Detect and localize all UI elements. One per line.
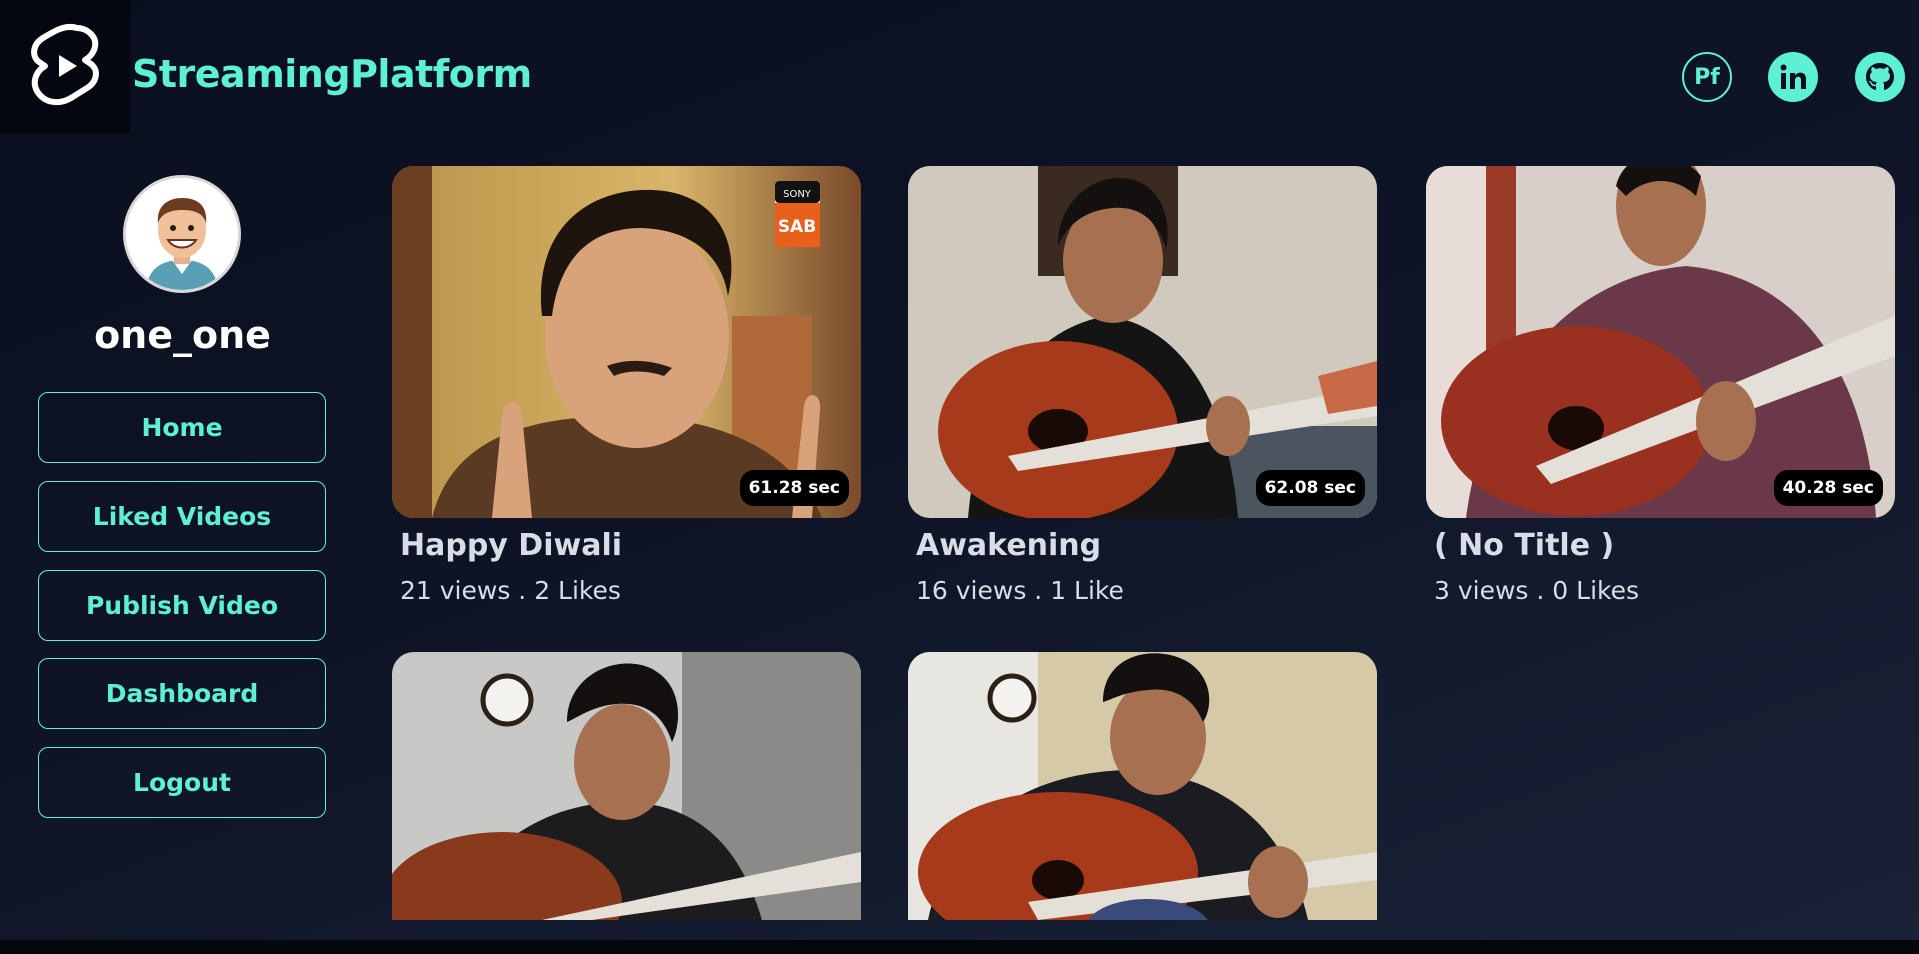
portfolio-icon: Pf: [1694, 64, 1720, 90]
bottom-bar: [0, 940, 1919, 954]
github-link[interactable]: [1855, 52, 1905, 102]
avatar[interactable]: [123, 175, 241, 293]
brand-title: StreamingPlatform: [132, 52, 532, 96]
video-card[interactable]: 62.08 sec Awakening 16 views . 1 Like: [908, 166, 1377, 616]
linkedin-icon: [1780, 64, 1806, 89]
video-card[interactable]: [908, 652, 1377, 920]
top-bar: StreamingPlatform Pf: [0, 0, 1919, 155]
linkedin-link[interactable]: [1768, 52, 1818, 102]
thumbnail-image: [1426, 166, 1895, 518]
video-card[interactable]: [392, 652, 861, 920]
video-meta: 21 views . 2 Likes: [400, 576, 621, 605]
thumbnail-image: [392, 652, 861, 920]
video-meta: 3 views . 0 Likes: [1434, 576, 1640, 605]
video-meta: 16 views . 1 Like: [916, 576, 1124, 605]
github-icon: [1866, 63, 1894, 90]
duration-badge: 61.28 sec: [739, 470, 849, 506]
nav-liked-videos-button[interactable]: Liked Videos: [38, 481, 326, 552]
avatar-image: [126, 178, 238, 290]
channel-badge-bottom: SAB: [778, 217, 816, 237]
video-card[interactable]: 40.28 sec ( No Title ) 3 views . 0 Likes: [1426, 166, 1895, 616]
thumbnail-image: [908, 166, 1377, 518]
thumbnail-image: [908, 652, 1377, 920]
play-logo-icon: [31, 23, 99, 105]
video-title[interactable]: Awakening: [916, 528, 1101, 563]
video-card[interactable]: SONY SAB 61.28 sec Happy Diwali 21 views…: [392, 166, 861, 616]
username: one_one: [94, 313, 271, 357]
duration-badge: 62.08 sec: [1255, 470, 1365, 506]
nav-home-button[interactable]: Home: [38, 392, 326, 463]
thumbnail-image: SONY SAB: [392, 166, 861, 518]
video-thumbnail[interactable]: 62.08 sec: [908, 166, 1377, 518]
sidebar: one_one Home Liked Videos Publish Video …: [0, 155, 365, 935]
video-thumbnail[interactable]: [908, 652, 1377, 920]
nav-publish-video-button[interactable]: Publish Video: [38, 570, 326, 641]
video-title[interactable]: Happy Diwali: [400, 528, 622, 563]
logo[interactable]: [0, 0, 130, 133]
video-thumbnail[interactable]: SONY SAB 61.28 sec: [392, 166, 861, 518]
nav-dashboard-button[interactable]: Dashboard: [38, 658, 326, 729]
channel-badge-top: SONY: [783, 189, 812, 200]
video-thumbnail[interactable]: [392, 652, 861, 920]
video-thumbnail[interactable]: 40.28 sec: [1426, 166, 1895, 518]
portfolio-link[interactable]: Pf: [1682, 52, 1732, 102]
duration-badge: 40.28 sec: [1773, 470, 1883, 506]
video-title[interactable]: ( No Title ): [1434, 528, 1614, 563]
nav-logout-button[interactable]: Logout: [38, 747, 326, 818]
